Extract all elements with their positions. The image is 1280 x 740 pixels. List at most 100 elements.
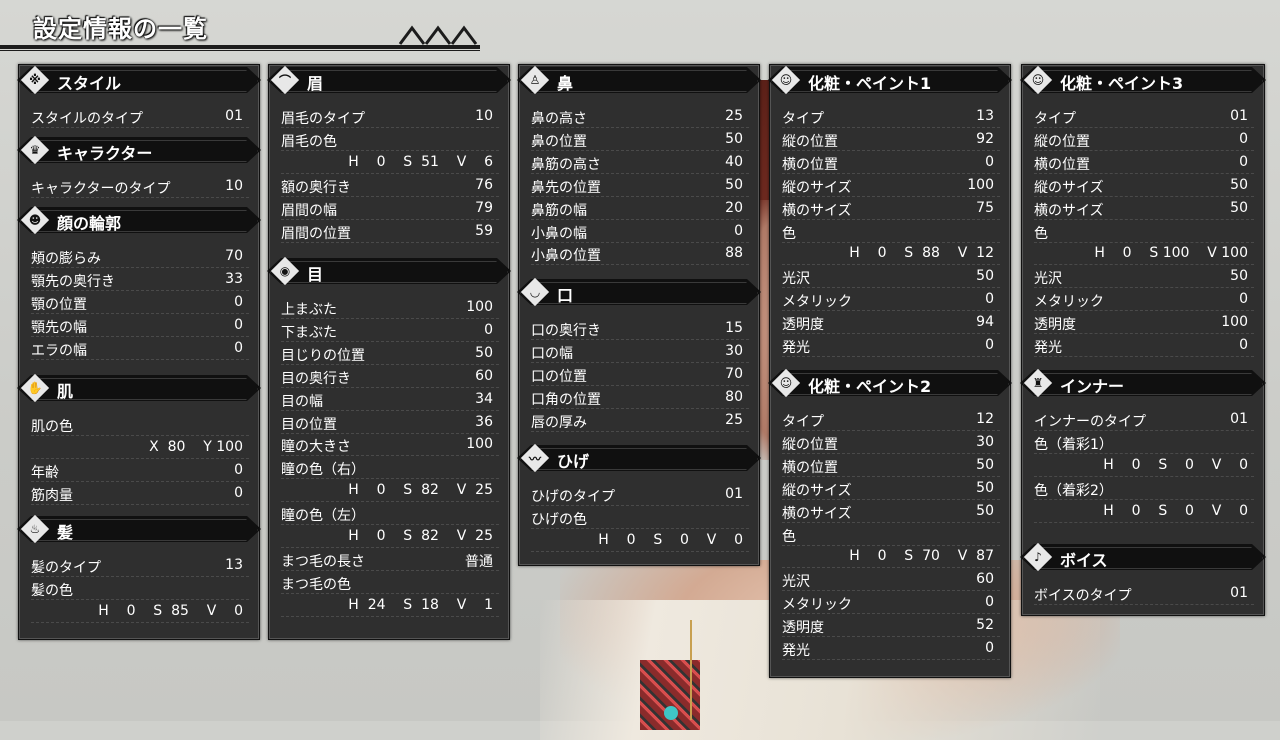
- setting-value: 50: [976, 479, 994, 496]
- setting-value: 70: [725, 365, 743, 382]
- setting-row: H 0 S 51 V 6: [281, 151, 499, 174]
- setting-value: 20: [725, 199, 743, 216]
- setting-label: 透明度: [782, 317, 824, 334]
- color-values: H 0 S 0 V 0: [1103, 456, 1248, 473]
- setting-label: タイプ: [782, 111, 824, 127]
- setting-row: 髪のタイプ 13: [31, 554, 249, 577]
- setting-label: 色（着彩2）: [1034, 482, 1113, 499]
- setting-label: 発光: [1034, 340, 1062, 356]
- setting-row: まつ毛の長さ 普通: [281, 548, 499, 571]
- setting-label: 横の位置: [782, 459, 838, 476]
- setting-label: 透明度: [782, 620, 824, 637]
- setting-label: 鼻の位置: [531, 133, 587, 150]
- page-title: 設定情報の一覧: [33, 15, 208, 43]
- setting-row: H 0 S 0 V 0: [531, 529, 749, 552]
- setting-label: 髪の色: [31, 582, 73, 599]
- setting-label: 顎先の奥行き: [31, 273, 115, 290]
- setting-row: 発光 0: [782, 637, 1000, 660]
- setting-row: 透明度 52: [782, 614, 1000, 638]
- setting-row: メタリック 0: [1034, 288, 1254, 312]
- setting-value: 88: [725, 245, 743, 262]
- setting-label: 眉毛のタイプ: [281, 111, 365, 127]
- setting-value: 0: [234, 339, 243, 356]
- setting-label: 目の位置: [281, 416, 337, 433]
- section-header: ♛ キャラクター: [17, 135, 261, 165]
- setting-value: 33: [225, 270, 243, 287]
- setting-label: 縦の位置: [1034, 133, 1090, 150]
- setting-row: スタイルのタイプ 01: [31, 105, 249, 128]
- setting-value: 50: [725, 176, 743, 193]
- section-icon: ※: [20, 65, 50, 95]
- setting-row: H 0 S 100 V 100: [1034, 242, 1254, 266]
- section-header: ♜ インナー: [1020, 368, 1266, 398]
- section-icon: ✋: [20, 373, 50, 403]
- setting-label: 色（着彩1）: [1034, 436, 1113, 453]
- section-icon: ♨: [20, 514, 50, 544]
- section-icon-glyph: ✋: [27, 381, 43, 395]
- setting-label: 眉間の位置: [281, 225, 351, 242]
- section-icon-glyph: ☺: [779, 376, 793, 390]
- setting-row: タイプ 12: [782, 408, 1000, 431]
- color-values: H 0 S 82 V 25: [348, 528, 493, 544]
- section-icon-glyph: ☺: [779, 73, 793, 87]
- setting-row: 光沢 60: [782, 568, 1000, 592]
- setting-label: 髪のタイプ: [31, 560, 101, 576]
- setting-value: 25: [725, 108, 743, 124]
- setting-label: 瞳の色（右）: [281, 462, 365, 479]
- setting-value: 12: [976, 411, 994, 427]
- section-header: ☻ 顔の輪郭: [17, 205, 261, 235]
- setting-label: 横のサイズ: [782, 202, 852, 219]
- section-icon: ☺: [771, 368, 801, 398]
- setting-row: 色（着彩2）: [1034, 477, 1254, 500]
- setting-label: 顎の位置: [31, 296, 87, 313]
- setting-row: 眉毛の色: [281, 128, 499, 151]
- section-title: 眉: [307, 74, 324, 93]
- section-icon-glyph: 〰: [528, 451, 541, 466]
- setting-row: 瞳の色（左）: [281, 502, 499, 526]
- setting-row: メタリック 0: [782, 288, 1000, 312]
- setting-row: 瞳の色（右）: [281, 456, 499, 480]
- setting-row: 目の幅 34: [281, 388, 499, 411]
- setting-row: H 0 S 82 V 25: [281, 525, 499, 548]
- color-values: H 0 S 100 V 100: [1094, 245, 1248, 262]
- setting-row: 横のサイズ 50: [1034, 197, 1254, 220]
- setting-value: 100: [466, 436, 493, 453]
- section-title: 肌: [57, 382, 74, 401]
- setting-row: 眉間の位置 59: [281, 220, 499, 243]
- setting-label: キャラクターのタイプ: [31, 181, 171, 197]
- setting-label: 縦の位置: [782, 133, 838, 150]
- setting-value: 13: [225, 557, 243, 573]
- section-icon: 〰: [520, 443, 550, 473]
- setting-label: 肌の色: [31, 419, 73, 435]
- setting-row: インナーのタイプ 01: [1034, 408, 1254, 431]
- setting-row: 縦のサイズ 50: [1034, 174, 1254, 197]
- setting-value: 0: [985, 291, 994, 308]
- setting-row: 横の位置 0: [1034, 151, 1254, 174]
- section-icon: ☺: [1023, 65, 1053, 95]
- section-title: 鼻: [557, 74, 574, 93]
- setting-row: 縦の位置 30: [782, 431, 1000, 454]
- setting-label: 鼻筋の高さ: [531, 156, 601, 173]
- section-icon: ♪: [1023, 542, 1053, 572]
- section-icon: ◉: [270, 256, 300, 286]
- setting-row: 光沢 50: [1034, 265, 1254, 289]
- section-title: キャラクター: [57, 144, 153, 163]
- setting-value: 34: [475, 390, 493, 407]
- settings-column-5: ☺ 化粧・ペイント3 タイプ 01 縦の位置 0 横の位置 0 縦のサイズ 50 横のサイズ 50 色 H…: [1021, 64, 1265, 616]
- section-title: インナー: [1060, 377, 1125, 396]
- setting-row: 目の奥行き 60: [281, 365, 499, 388]
- section-icon-glyph: ♜: [1032, 376, 1044, 390]
- setting-value: 0: [985, 594, 994, 611]
- setting-label: 横のサイズ: [782, 505, 852, 522]
- setting-label: タイプ: [1034, 111, 1076, 127]
- setting-row: 横の位置 50: [782, 454, 1000, 477]
- setting-value: 01: [725, 486, 743, 502]
- setting-label: 縦のサイズ: [782, 179, 852, 196]
- setting-row: 眉毛のタイプ 10: [281, 105, 499, 128]
- setting-value: 10: [475, 108, 493, 124]
- setting-label: 口の幅: [531, 345, 573, 362]
- setting-label: スタイルのタイプ: [31, 111, 143, 127]
- setting-row: 色: [1034, 220, 1254, 243]
- section-header: ♙ 鼻: [517, 65, 761, 95]
- setting-label: 鼻の高さ: [531, 111, 587, 127]
